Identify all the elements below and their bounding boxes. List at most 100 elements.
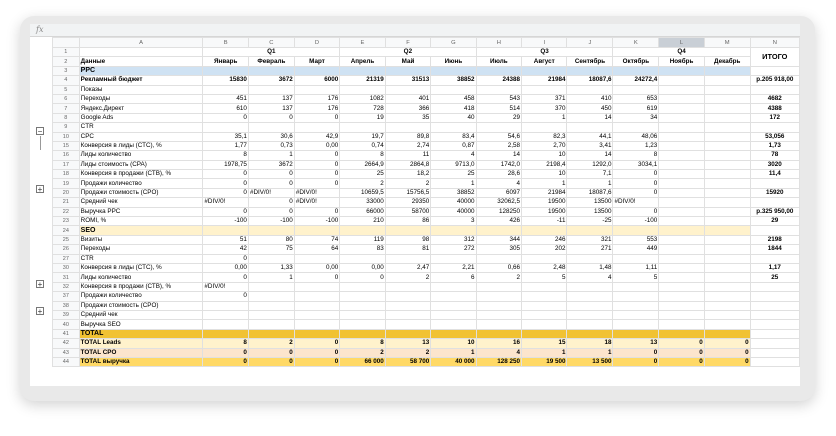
- cell[interactable]: 543: [475, 93, 523, 105]
- cell[interactable]: [703, 225, 751, 236]
- cell[interactable]: [293, 300, 341, 311]
- cell[interactable]: [658, 216, 705, 227]
- total-cell[interactable]: [749, 291, 800, 302]
- cell[interactable]: #DIV/0!: [202, 197, 249, 208]
- cell[interactable]: 0: [247, 206, 295, 218]
- cell[interactable]: [658, 93, 705, 105]
- cell[interactable]: 21984: [521, 75, 568, 86]
- month-header[interactable]: Январь: [202, 56, 249, 67]
- cell[interactable]: 366: [384, 103, 432, 114]
- cell[interactable]: [612, 122, 660, 133]
- cell[interactable]: [384, 300, 432, 311]
- cell[interactable]: 34: [612, 112, 660, 124]
- cell[interactable]: [566, 328, 614, 340]
- cell[interactable]: 1: [247, 272, 295, 283]
- cell[interactable]: [658, 75, 705, 86]
- cell[interactable]: [703, 281, 751, 293]
- row-number[interactable]: 4: [52, 75, 80, 86]
- cell[interactable]: 0,00: [202, 262, 249, 274]
- cell[interactable]: 24272,4: [612, 75, 660, 86]
- cell[interactable]: 0: [293, 112, 341, 124]
- cell[interactable]: [566, 84, 614, 95]
- cell[interactable]: 1: [566, 347, 614, 358]
- total-cell[interactable]: р.325 950,00: [749, 206, 800, 218]
- cell[interactable]: 10: [521, 169, 568, 180]
- cell[interactable]: [339, 281, 386, 293]
- cell[interactable]: [78, 46, 204, 58]
- cell[interactable]: [658, 178, 705, 189]
- month-header[interactable]: Август: [521, 56, 568, 67]
- cell[interactable]: 0: [612, 347, 660, 358]
- column-header-f[interactable]: F: [384, 37, 432, 48]
- cell[interactable]: 0,00: [339, 262, 386, 274]
- cell[interactable]: [658, 253, 705, 265]
- cell[interactable]: 2,47: [384, 262, 432, 274]
- cell[interactable]: 31513: [384, 75, 432, 86]
- total-cell[interactable]: 4682: [749, 93, 800, 105]
- cell[interactable]: 19500: [521, 206, 568, 218]
- row-label[interactable]: Рекламный бюджет: [78, 75, 204, 86]
- row-number[interactable]: 26: [52, 244, 80, 255]
- cell[interactable]: [566, 65, 614, 77]
- cell[interactable]: 0,66: [475, 262, 523, 274]
- cell[interactable]: #DIV/0!: [293, 187, 341, 199]
- cell[interactable]: 0: [658, 356, 705, 368]
- row-number[interactable]: 6: [52, 93, 80, 105]
- total-cell[interactable]: 1,73: [749, 140, 800, 152]
- row-number[interactable]: 43: [52, 347, 80, 358]
- total-cell[interactable]: [749, 178, 800, 189]
- row-label[interactable]: Выручка PPC: [78, 206, 204, 218]
- row-label[interactable]: Лиды количество: [78, 272, 204, 283]
- cell[interactable]: 2: [384, 272, 432, 283]
- month-header[interactable]: Май: [384, 56, 432, 67]
- cell[interactable]: 0: [293, 347, 341, 358]
- cell[interactable]: 371: [521, 93, 568, 105]
- cell[interactable]: 0: [293, 159, 341, 171]
- cell[interactable]: 176: [293, 93, 341, 105]
- cell[interactable]: [521, 84, 568, 95]
- cell[interactable]: [658, 197, 705, 208]
- cell[interactable]: 18087,6: [566, 75, 614, 86]
- cell[interactable]: [293, 84, 341, 95]
- cell[interactable]: 0: [703, 356, 751, 368]
- cell[interactable]: 3672: [247, 75, 295, 86]
- row-label[interactable]: Конверсия в продажи (СТВ), %: [78, 281, 204, 293]
- cell[interactable]: 8: [612, 150, 660, 161]
- row-number[interactable]: 23: [52, 216, 80, 227]
- cell[interactable]: 514: [475, 103, 523, 114]
- cell[interactable]: 0: [202, 169, 249, 180]
- cell[interactable]: [612, 253, 660, 265]
- cell[interactable]: 410: [566, 93, 614, 105]
- cell[interactable]: 0: [202, 187, 249, 199]
- row-label[interactable]: Показы: [78, 84, 204, 95]
- cell[interactable]: 14: [566, 112, 614, 124]
- column-header-h[interactable]: H: [475, 37, 523, 48]
- cell[interactable]: 0: [612, 187, 660, 199]
- cell[interactable]: 2: [384, 347, 432, 358]
- cell[interactable]: [475, 122, 523, 133]
- row-number[interactable]: 1: [52, 46, 80, 58]
- cell[interactable]: 0: [293, 169, 341, 180]
- row-label[interactable]: Google Ads: [78, 112, 204, 124]
- cell[interactable]: [703, 140, 751, 152]
- itogo-header[interactable]: ИТОГО: [749, 47, 800, 67]
- cell[interactable]: 25: [339, 169, 386, 180]
- cell[interactable]: [202, 84, 249, 95]
- cell[interactable]: 1: [566, 178, 614, 189]
- row-number[interactable]: 24: [52, 225, 80, 236]
- cell[interactable]: [703, 65, 751, 77]
- cell[interactable]: [612, 225, 660, 236]
- cell[interactable]: 2,70: [521, 140, 568, 152]
- cell[interactable]: 6000: [293, 75, 341, 86]
- cell[interactable]: [658, 319, 705, 330]
- cell[interactable]: 0: [202, 347, 249, 358]
- total-cell[interactable]: [749, 319, 800, 330]
- cell[interactable]: -100: [612, 216, 660, 227]
- cell[interactable]: 3034,1: [612, 159, 660, 171]
- cell[interactable]: 18087,6: [566, 187, 614, 199]
- cell[interactable]: [521, 253, 568, 265]
- month-header[interactable]: Сентябрь: [566, 56, 614, 67]
- cell[interactable]: [703, 197, 751, 208]
- cell[interactable]: [384, 65, 432, 77]
- cell[interactable]: 272: [430, 244, 477, 255]
